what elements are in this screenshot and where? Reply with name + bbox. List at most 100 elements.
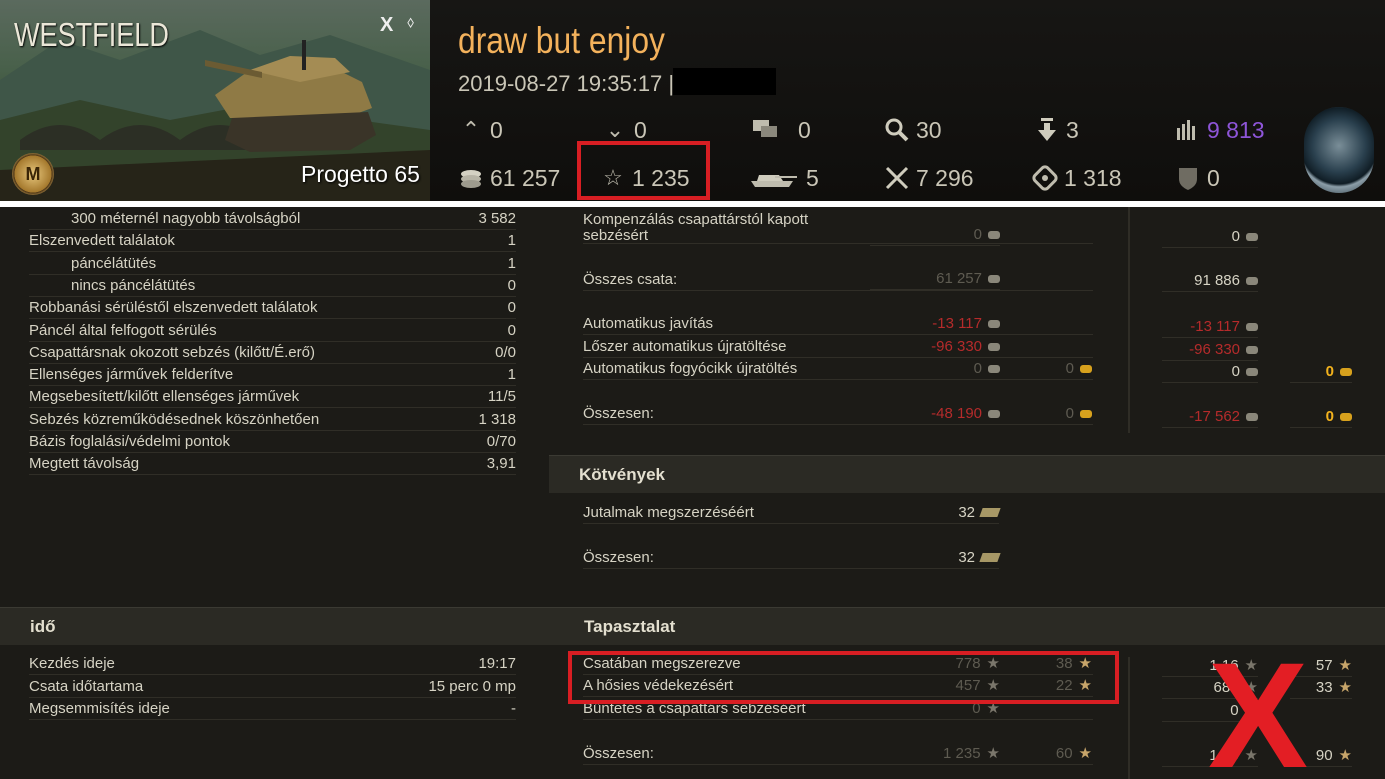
- time-value: -: [511, 700, 516, 717]
- credits-value: -13 117: [870, 313, 1000, 335]
- shield-icon: [1173, 165, 1203, 191]
- gold-value: 0: [1010, 358, 1092, 380]
- credits-value: -48 190: [870, 403, 1000, 425]
- tank-icon: [744, 165, 800, 191]
- stat-value: 11/5: [487, 388, 516, 406]
- stat-row: Csapattársnak okozott sebzés (kilőtt/É.e…: [29, 342, 516, 364]
- stat-label: Robbanási sérüléstől elszenvedett talála…: [29, 299, 318, 317]
- stat-row: Robbanási sérüléstől elszenvedett talála…: [29, 297, 516, 320]
- stat-value: 0/0: [495, 343, 516, 361]
- bonds-row-sum: Összesen: 32: [583, 547, 1001, 569]
- bar-chart-icon: [1173, 117, 1203, 143]
- battle-title: draw but enjoy: [458, 20, 665, 61]
- stat-label: Ellenséges járművek felderítve: [29, 366, 234, 384]
- time-label: Csata időtartama: [29, 677, 144, 695]
- stat-label: Páncél által felfogott sérülés: [29, 321, 217, 339]
- time-row: Csata időtartama 15 perc 0 mp: [29, 676, 516, 698]
- credits-value: 91 886: [1162, 270, 1258, 292]
- credits-row-total-battle: Összes csata:: [583, 269, 1093, 291]
- tank-banner: WESTFIELD X ⬨ M Progetto 65: [0, 0, 430, 201]
- stat-captures: 3: [1032, 115, 1079, 145]
- red-x-annotation: X: [1208, 631, 1309, 779]
- stat-row: Elszenvedett találatok 1: [29, 230, 516, 253]
- stat-label: Sebzés közreműködésednek köszönhetően: [29, 410, 320, 428]
- stat-spotted: 30: [882, 115, 942, 145]
- stat-row: Ellenséges járművek felderítve 1: [29, 364, 516, 387]
- stat-value: 1: [507, 254, 516, 272]
- credits-value: -13 117: [1162, 316, 1258, 338]
- stat-row: nincs páncélátütés 0: [29, 275, 516, 297]
- gold-value: 0: [1290, 361, 1352, 383]
- credits-row-compensation: Kompenzálás csapattárstól kapott sebzésér…: [583, 212, 1093, 244]
- stat-value: 0: [507, 321, 516, 339]
- map-name: WESTFIELD: [14, 16, 169, 53]
- column-divider: [1128, 657, 1130, 779]
- time-row: Megsemmisítés ideje -: [29, 698, 516, 720]
- gold-value: 0: [1290, 406, 1352, 428]
- stat-shots-fired: ⌃ 0: [456, 115, 503, 145]
- stat-row: Páncél által felfogott sérülés 0: [29, 320, 516, 342]
- stat-row: Megtett távolság 3,91: [29, 453, 516, 476]
- stat-value: 1: [507, 366, 516, 384]
- battle-time: 2019-08-27 19:35:17 |: [458, 71, 675, 96]
- highlight-box-xp-rows: [568, 651, 1119, 704]
- stat-blocked: 0: [1173, 163, 1220, 193]
- mastery-badge-icon: M: [12, 153, 54, 195]
- battle-header: WESTFIELD X ⬨ M Progetto 65 draw but enj…: [0, 0, 1385, 201]
- time-label: Megsemmisítés ideje: [29, 700, 170, 717]
- stat-label: Megsebesített/kilőtt ellenséges járművek: [29, 388, 300, 406]
- stat-row: 300 méternél nagyobb távolságból 3 582: [29, 208, 516, 230]
- section-header-bonds: Kötvények: [549, 455, 1385, 493]
- stat-label: Csapattársnak okozott sebzés (kilőtt/É.e…: [29, 343, 315, 361]
- credits-row-repair: Automatikus javítás: [583, 313, 1093, 335]
- stat-damage: 7 296: [882, 163, 974, 193]
- stat-rating: 9 813: [1173, 115, 1265, 145]
- assist-track-icon: [1030, 165, 1060, 191]
- stat-value: 1: [507, 232, 516, 250]
- section-header-time: idő: [0, 607, 549, 645]
- credits-value: -17 562: [1162, 406, 1258, 428]
- chat-bubbles-icon: [750, 117, 780, 143]
- time-row: Kezdés ideje 19:17: [29, 653, 516, 675]
- stat-value: 1 318: [478, 410, 516, 428]
- credits-value: 0: [1162, 226, 1258, 248]
- stat-value: 3,91: [486, 455, 516, 473]
- tank-tier: X: [380, 14, 394, 36]
- credits-value: -96 330: [1162, 339, 1258, 361]
- stat-assist: 1 318: [1030, 163, 1122, 193]
- nation-icon: ⬨: [407, 14, 415, 31]
- xp-value: 60 ★: [1010, 743, 1092, 765]
- stat-label: Elszenvedett találatok: [29, 232, 175, 250]
- redacted-box: [673, 68, 776, 95]
- coins-icon: [456, 165, 486, 191]
- stat-label: Bázis foglalási/védelmi pontok: [29, 433, 230, 450]
- stat-messages: 0: [750, 115, 811, 145]
- crossed-swords-icon: [882, 165, 912, 191]
- stat-label: páncélátütés: [71, 254, 157, 272]
- divider-line: [0, 201, 1385, 207]
- credits-value: -96 330: [870, 336, 1000, 358]
- magnifier-icon: [882, 117, 912, 143]
- chevron-down-icon: ⌄: [605, 117, 625, 142]
- xp-value: 1 235 ★: [870, 743, 1000, 765]
- credits-row-ammo: Lőszer automatikus újratöltése: [583, 336, 1093, 358]
- credits-value: 0: [870, 358, 1000, 380]
- tank-name: Progetto 65: [301, 161, 420, 187]
- stat-row: Bázis foglalási/védelmi pontok 0/70: [29, 431, 516, 453]
- arrow-down-flag-icon: [1032, 117, 1062, 143]
- credits-value: 0: [1162, 361, 1258, 383]
- time-label: Kezdés ideje: [29, 655, 115, 672]
- bond-icon: [979, 553, 1001, 562]
- bonds-row-reward: Jutalmak megszerzéséért 32: [583, 502, 1001, 524]
- gold-value: 0: [1010, 403, 1092, 425]
- stat-label: Megtett távolság: [29, 455, 140, 473]
- stat-row: páncélátütés 1: [29, 253, 516, 275]
- stat-value: 0: [507, 276, 516, 294]
- time-value: 19:17: [478, 655, 516, 672]
- stat-value: 3 582: [478, 210, 516, 227]
- credits-value: 61 257: [870, 268, 1000, 290]
- highlight-box-xp: [577, 141, 710, 200]
- time-value: 15 perc 0 mp: [428, 677, 516, 695]
- stat-credits: 61 257: [456, 163, 560, 193]
- stat-kills: 5: [744, 163, 819, 193]
